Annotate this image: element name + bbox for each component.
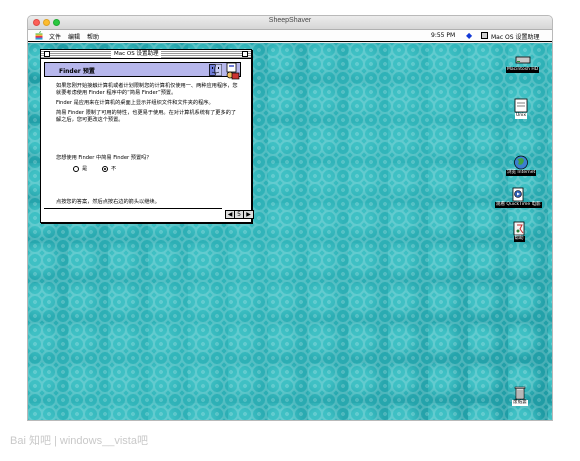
quicktime-label: 观看 QuickTime 电影 xyxy=(495,202,542,208)
application-menu[interactable]: Mac OS 设置助理 xyxy=(491,32,540,41)
quicktime-icon xyxy=(512,187,524,202)
radio-no-label: 不 xyxy=(111,166,117,172)
watermark: Bai 知吧 | windows__vista吧 xyxy=(10,435,148,447)
finder-face-icon xyxy=(209,64,222,76)
hard-disk-icon xyxy=(515,56,531,64)
dialog-divider xyxy=(44,208,222,209)
desktop-icon-help[interactable]: 帮助 xyxy=(511,221,527,242)
radio-yes-label: 是 xyxy=(82,166,88,172)
radio-option-no[interactable]: 不 xyxy=(102,165,116,172)
help-book-icon xyxy=(513,221,525,236)
globe-icon xyxy=(514,155,529,170)
unix-label: Unix xyxy=(514,113,528,119)
desktop-icon-quicktime[interactable]: 观看 QuickTime 电影 xyxy=(495,187,542,208)
radio-option-yes[interactable]: 是 xyxy=(73,165,87,172)
desktop-icon-internet[interactable]: 浏览 Internet xyxy=(506,155,537,176)
assistant-icon xyxy=(226,62,240,80)
dialog-question: 您想使用 Finder 中简易 Finder 预置吗？ xyxy=(56,155,152,161)
desktop[interactable]: Mac OS 设置助理 Finder 预置 如果您刚开始接触计算机或者计划限制您… xyxy=(28,43,552,420)
host-window-title: SheepShaver xyxy=(268,17,312,24)
sheepshaver-window: SheepShaver 文件 编辑 帮助 9:55 PM ◆ Mac OS 设置… xyxy=(27,15,553,421)
radio-yes-button[interactable] xyxy=(73,165,79,172)
dialog-paragraph: Finder 是应用来在计算机的桌面上显示并组织文件和文件夹的程序。 xyxy=(56,100,214,106)
desktop-icon-hard-disk[interactable]: Macintosh HD xyxy=(506,52,540,73)
dialog-titlebar[interactable]: Mac OS 设置助理 xyxy=(41,50,251,59)
trash-icon xyxy=(514,386,526,400)
help-label: 帮助 xyxy=(513,236,525,242)
next-page-button[interactable]: ▶ xyxy=(244,211,253,218)
dialog-banner: Finder 预置 xyxy=(44,62,241,77)
classic-menubar: 文件 编辑 帮助 9:55 PM ◆ Mac OS 设置助理 xyxy=(28,30,552,42)
internet-label: 浏览 Internet xyxy=(506,170,537,176)
dialog-heading: Finder 预置 xyxy=(59,68,95,75)
page-navigator: ◀ 5 ▶ xyxy=(225,210,254,219)
dialog-paragraph: 简易 Finder 限制了可用的特性，也更易于使用。在对计算机系统有了更多的了解… xyxy=(56,110,237,123)
menubar-clock[interactable]: 9:55 PM xyxy=(431,32,455,39)
dialog-instruction: 点按您的答案，然后点按右边的箭头以继续。 xyxy=(56,199,160,205)
menu-file[interactable]: 文件 xyxy=(49,32,61,41)
apple-menu-icon[interactable] xyxy=(35,31,43,40)
setup-assistant-window: Mac OS 设置助理 Finder 预置 如果您刚开始接触计算机或者计划限制您… xyxy=(40,49,254,223)
trash-label: 废纸篓 xyxy=(512,400,528,406)
dialog-body: 如果您刚开始接触计算机或者计划限制您的计算机仅使用一、两种应用程序，您就要考虑使… xyxy=(56,83,241,127)
hard-disk-label: Macintosh HD xyxy=(506,67,540,73)
application-menu-icon[interactable] xyxy=(481,32,488,39)
radio-no-button[interactable] xyxy=(102,165,108,172)
unix-volume-icon xyxy=(514,98,528,113)
dialog-paragraph: 如果您刚开始接触计算机或者计划限制您的计算机仅使用一、两种应用程序，您就要考虑使… xyxy=(56,83,238,96)
previous-page-button[interactable]: ◀ xyxy=(226,211,235,218)
host-titlebar[interactable]: SheepShaver xyxy=(28,16,552,30)
page-number: 5 xyxy=(235,211,244,218)
dialog-close-box[interactable] xyxy=(44,51,50,57)
help-diamond-icon[interactable]: ◆ xyxy=(466,31,472,40)
dialog-zoom-box[interactable] xyxy=(242,51,248,57)
desktop-icon-trash[interactable]: 废纸篓 xyxy=(512,385,528,406)
dialog-title: Mac OS 设置助理 xyxy=(111,50,162,58)
menu-help[interactable]: 帮助 xyxy=(87,32,99,41)
menu-edit[interactable]: 编辑 xyxy=(68,32,80,41)
desktop-icon-unix[interactable]: Unix xyxy=(513,98,529,119)
